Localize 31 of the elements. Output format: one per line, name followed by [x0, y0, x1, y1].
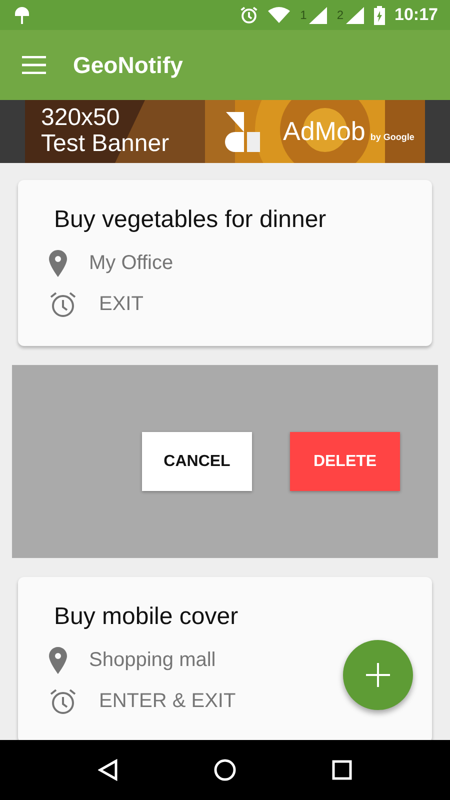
recents-icon[interactable]	[332, 760, 352, 780]
reminder-place: My Office	[89, 252, 174, 275]
signal-icon	[346, 6, 364, 24]
sim-slot-label: 1	[300, 8, 307, 22]
app-title: GeoNotify	[73, 52, 183, 78]
reminder-card[interactable]: Buy mobile cover Shopping mall ENTER & EXIT	[18, 577, 432, 740]
reminder-place: Shopping mall	[89, 649, 216, 672]
back-icon[interactable]	[98, 759, 118, 781]
alarm-clock-icon	[240, 6, 258, 24]
reminder-trigger: ENTER & EXIT	[99, 690, 236, 713]
reminder-title: Buy mobile cover	[54, 603, 240, 631]
menu-icon[interactable]	[22, 56, 46, 74]
reminder-title: Buy vegetables for dinner	[54, 206, 328, 234]
ad-brand-text: AdMob	[283, 116, 366, 147]
ad-size-text: 320x50	[41, 105, 121, 131]
ad-label-text: Test Banner	[41, 131, 170, 157]
signal-icon	[308, 6, 327, 24]
reminder-trigger: EXIT	[99, 293, 144, 316]
ad-byline-text: by Google	[370, 132, 414, 142]
location-pin-icon	[49, 250, 67, 277]
location-pin-icon	[49, 647, 67, 674]
wifi-icon	[268, 7, 290, 23]
alarm-clock-icon	[49, 688, 77, 715]
home-icon[interactable]	[214, 759, 236, 781]
cancel-button[interactable]: CANCEL	[142, 432, 252, 491]
alarm-clock-icon	[49, 291, 77, 318]
sim-slot-label: 2	[336, 8, 344, 22]
reminder-card[interactable]: Buy vegetables for dinner My Office EXIT	[18, 180, 432, 346]
plus-icon	[366, 663, 390, 687]
clock-time: 10:17	[394, 5, 438, 25]
battery-charging-icon	[374, 6, 385, 24]
